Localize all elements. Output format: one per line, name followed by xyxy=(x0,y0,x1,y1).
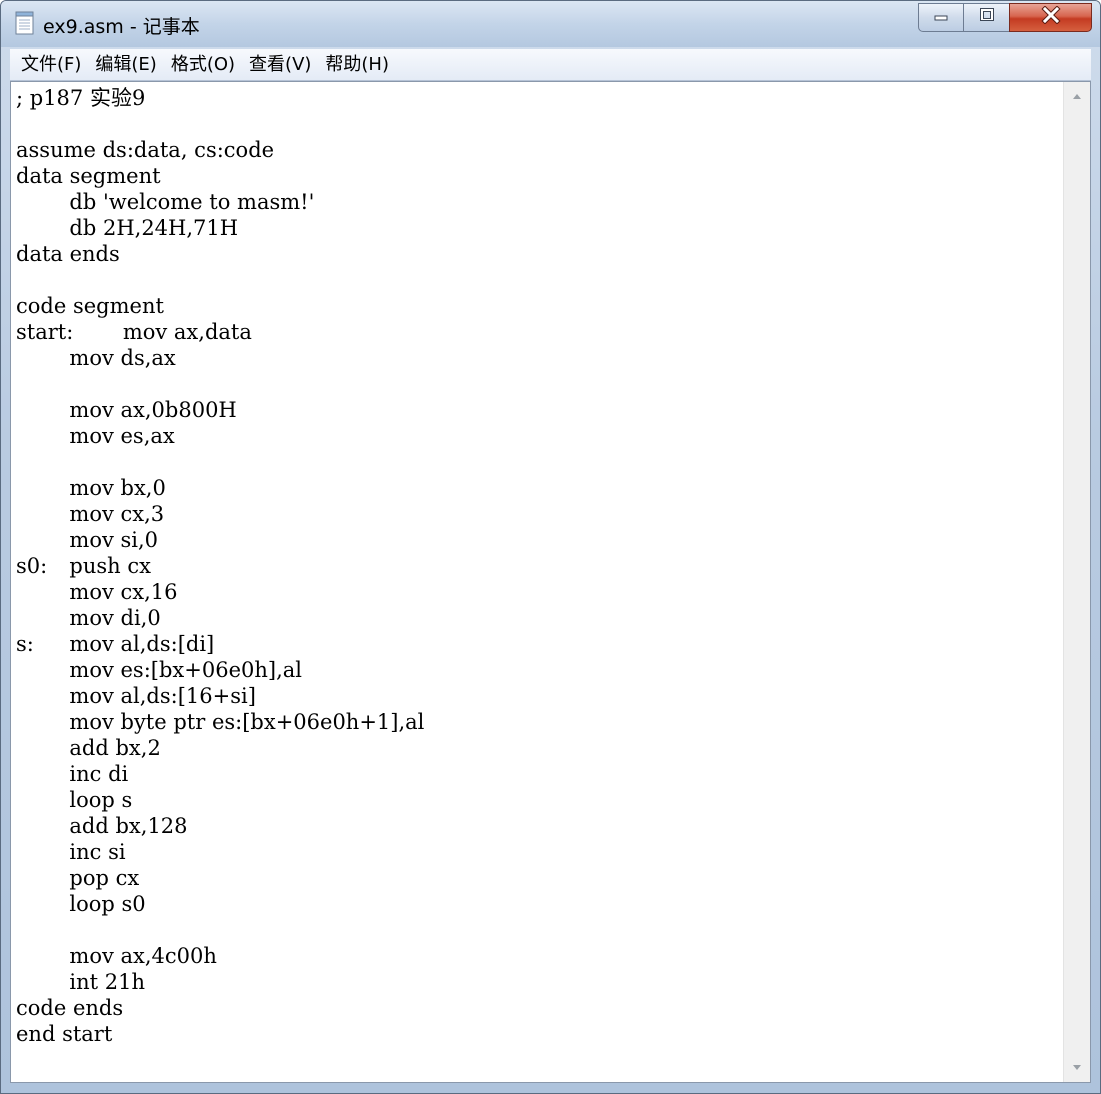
minimize-icon xyxy=(932,8,950,27)
menu-help[interactable]: 帮助(H) xyxy=(318,50,396,80)
menu-format[interactable]: 格式(O) xyxy=(164,50,242,80)
scroll-down-icon[interactable] xyxy=(1073,1065,1081,1070)
maximize-button[interactable] xyxy=(963,3,1010,32)
title-bar[interactable]: ex9.asm - 记事本 xyxy=(1,1,1100,47)
minimize-button[interactable] xyxy=(918,3,964,32)
notepad-window: ex9.asm - 记事本 文件(F) 编辑(E) 格式(O) 查看(V) 帮助… xyxy=(0,0,1101,1094)
editor-content[interactable]: ; p187 实验9 assume ds:data, cs:code data … xyxy=(16,85,424,1047)
menu-edit[interactable]: 编辑(E) xyxy=(88,50,163,80)
vertical-scrollbar[interactable] xyxy=(1063,82,1090,1082)
close-icon xyxy=(1040,5,1062,29)
menu-bar: 文件(F) 编辑(E) 格式(O) 查看(V) 帮助(H) xyxy=(10,49,1091,81)
window-title: ex9.asm - 记事本 xyxy=(43,16,200,38)
maximize-icon xyxy=(978,7,996,28)
text-editor[interactable]: ; p187 实验9 assume ds:data, cs:code data … xyxy=(10,81,1091,1083)
menu-view[interactable]: 查看(V) xyxy=(242,50,318,80)
notepad-icon xyxy=(15,11,35,35)
close-button[interactable] xyxy=(1009,3,1092,32)
menu-file[interactable]: 文件(F) xyxy=(14,50,88,80)
scroll-up-icon[interactable] xyxy=(1073,94,1081,99)
